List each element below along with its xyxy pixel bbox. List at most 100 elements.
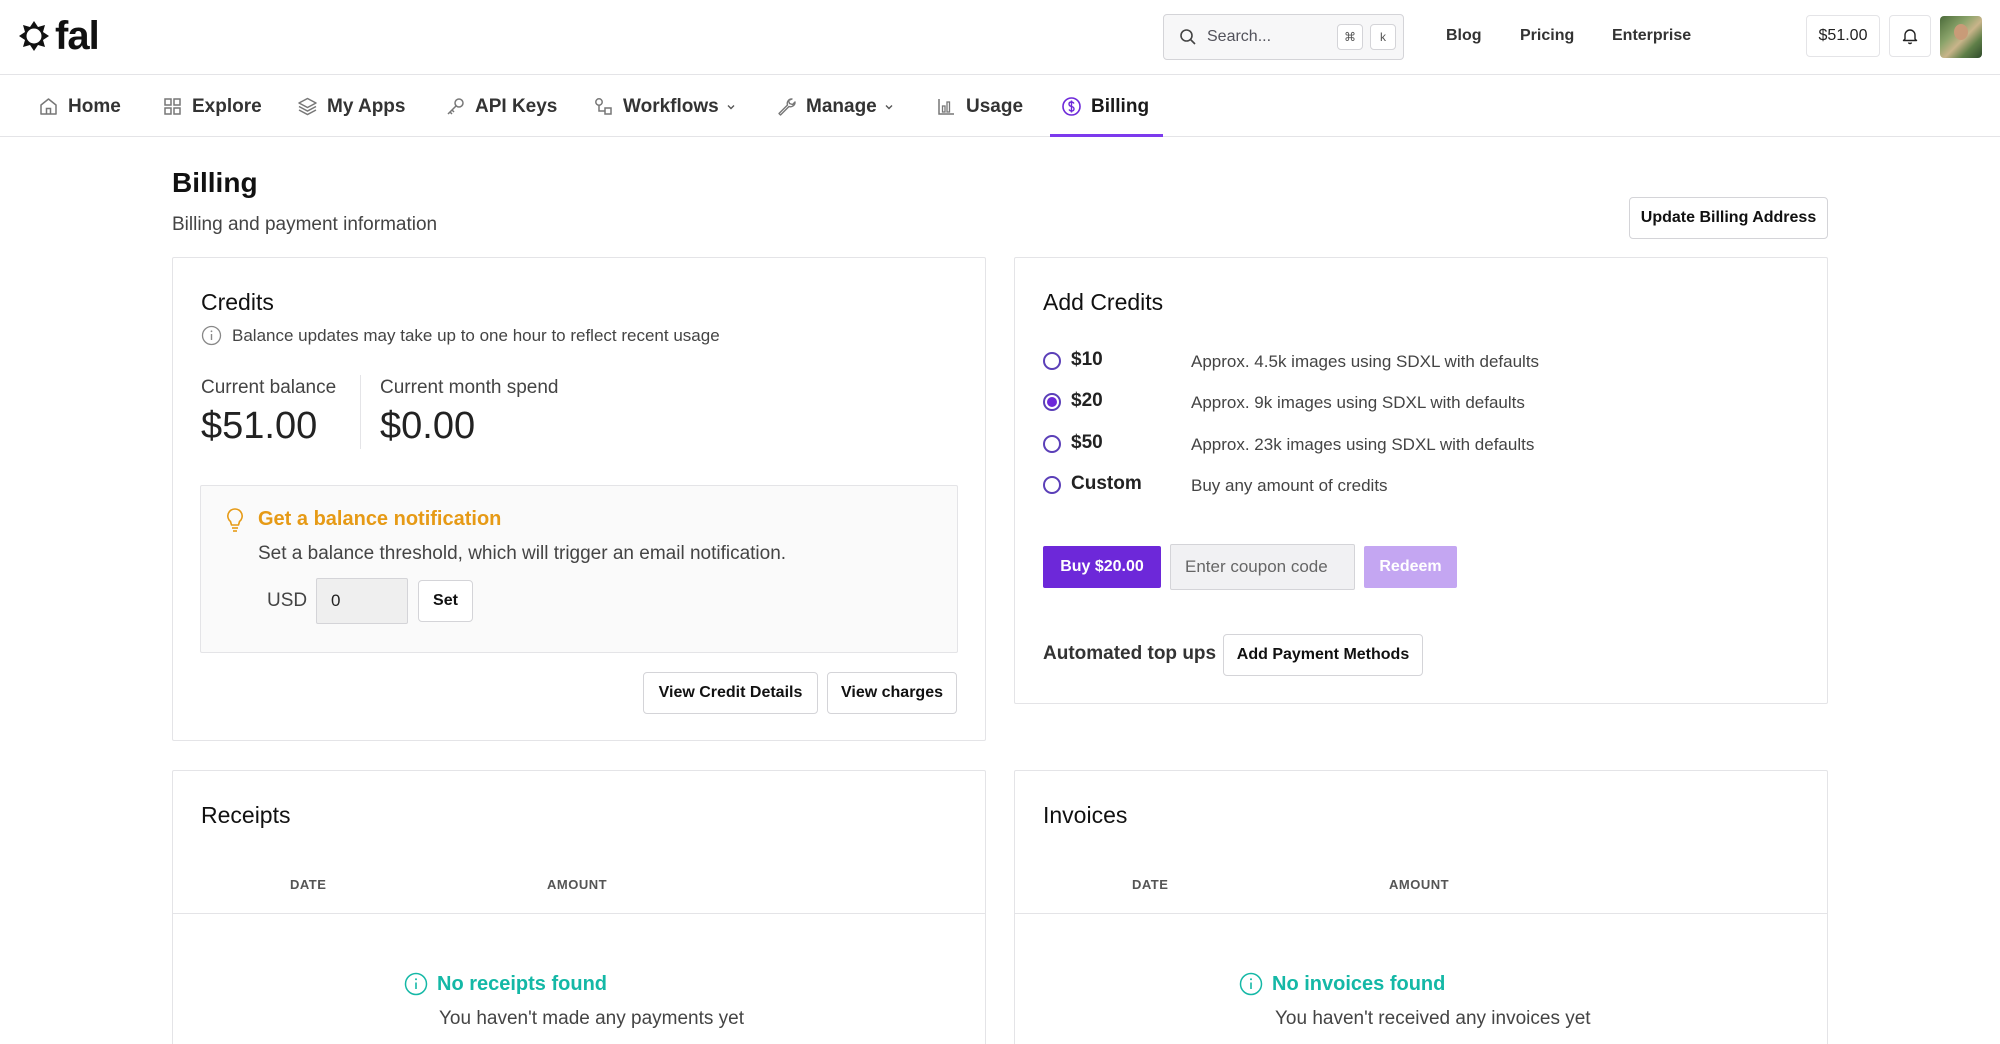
nav-label: Manage bbox=[806, 95, 877, 117]
fal-logo-icon bbox=[19, 21, 49, 51]
buy-credits-button[interactable]: Buy $20.00 bbox=[1043, 546, 1161, 588]
receipts-empty-state: No receipts found bbox=[404, 972, 607, 996]
search-bar[interactable]: Search... ⌘ k bbox=[1163, 14, 1404, 60]
credit-option-custom[interactable]: Custom Buy any amount of credits bbox=[1043, 473, 1388, 495]
nav-home[interactable]: Home bbox=[38, 76, 121, 137]
coupon-input[interactable]: Enter coupon code bbox=[1170, 544, 1355, 590]
spend-value: $0.00 bbox=[380, 405, 476, 447]
nav-manage[interactable]: Manage bbox=[776, 76, 895, 137]
redeem-button[interactable]: Redeem bbox=[1364, 546, 1457, 588]
balance-notification-panel: Get a balance notification Set a balance… bbox=[200, 485, 958, 653]
receipts-empty-subtitle: You haven't made any payments yet bbox=[439, 1008, 745, 1029]
spend-label: Current month spend bbox=[380, 377, 559, 398]
main-nav: Home Explore My Apps API Keys Workflows … bbox=[0, 76, 2000, 137]
credit-option-50[interactable]: $50 Approx. 23k images using SDXL with d… bbox=[1043, 432, 1534, 454]
credit-option-10[interactable]: $10 Approx. 4.5k images using SDXL with … bbox=[1043, 349, 1539, 371]
receipts-card bbox=[172, 770, 986, 1044]
nav-label: Usage bbox=[966, 95, 1024, 117]
credits-title: Credits bbox=[201, 289, 274, 315]
radio-button[interactable] bbox=[1043, 435, 1061, 453]
receipts-title: Receipts bbox=[201, 802, 291, 828]
view-credit-details-button[interactable]: View Credit Details bbox=[643, 672, 818, 714]
threshold-input[interactable]: 0 bbox=[316, 578, 408, 624]
nav-billing[interactable]: Billing bbox=[1061, 76, 1149, 137]
invoices-empty-title: No invoices found bbox=[1272, 972, 1446, 995]
bell-icon bbox=[1902, 29, 1918, 45]
invoices-amount-header[interactable]: AMOUNT bbox=[1389, 877, 1449, 892]
notifications-button[interactable] bbox=[1889, 15, 1931, 57]
option-label: $20 bbox=[1071, 390, 1103, 411]
info-icon bbox=[1239, 972, 1263, 996]
nav-workflows[interactable]: Workflows bbox=[593, 76, 737, 137]
automated-topups-label: Automated top ups bbox=[1043, 643, 1217, 664]
option-description: Approx. 23k images using SDXL with defau… bbox=[1191, 435, 1535, 454]
notification-description: Set a balance threshold, which will trig… bbox=[258, 543, 787, 564]
search-input[interactable]: Search... bbox=[1207, 28, 1337, 46]
info-icon bbox=[404, 972, 428, 996]
stat-divider bbox=[360, 375, 361, 449]
nav-api-keys[interactable]: API Keys bbox=[445, 76, 557, 137]
brand-name: fal bbox=[55, 14, 100, 58]
receipts-empty-title: No receipts found bbox=[437, 972, 608, 995]
lightbulb-icon bbox=[227, 508, 243, 532]
page-title: Billing bbox=[172, 167, 258, 198]
receipts-amount-header[interactable]: AMOUNT bbox=[547, 877, 607, 892]
shortcut-k-key: k bbox=[1370, 24, 1396, 50]
dollar-circle-icon bbox=[1062, 97, 1081, 116]
option-description: Approx. 9k images using SDXL with defaul… bbox=[1191, 393, 1525, 412]
table-divider bbox=[1015, 913, 1827, 914]
balance-value: $51.00 bbox=[201, 405, 318, 447]
notification-title: Get a balance notification bbox=[258, 508, 502, 530]
grid-icon bbox=[164, 98, 181, 115]
radio-button[interactable] bbox=[1043, 476, 1061, 494]
pricing-link[interactable]: Pricing bbox=[1520, 27, 1574, 45]
option-label: $10 bbox=[1071, 349, 1103, 370]
info-icon bbox=[201, 325, 222, 346]
nav-label: API Keys bbox=[475, 95, 558, 117]
nav-label: Home bbox=[68, 95, 121, 117]
workflow-icon bbox=[595, 98, 612, 115]
blog-link[interactable]: Blog bbox=[1446, 27, 1482, 45]
home-icon bbox=[40, 98, 57, 115]
add-payment-methods-button[interactable]: Add Payment Methods bbox=[1223, 634, 1423, 676]
layers-icon bbox=[298, 97, 317, 116]
nav-explore[interactable]: Explore bbox=[162, 76, 262, 137]
top-bar: fal Search... ⌘ k Blog Pricing Enterpris… bbox=[0, 0, 2000, 75]
bar-chart-icon bbox=[938, 99, 954, 115]
balance-label: Current balance bbox=[201, 377, 337, 398]
nav-label: My Apps bbox=[327, 95, 406, 117]
enterprise-link[interactable]: Enterprise bbox=[1612, 27, 1691, 45]
chevron-down-icon bbox=[727, 104, 735, 109]
nav-label: Billing bbox=[1091, 95, 1150, 117]
radio-button-selected[interactable] bbox=[1043, 393, 1061, 411]
wrench-icon bbox=[778, 98, 796, 116]
nav-my-apps[interactable]: My Apps bbox=[297, 76, 405, 137]
set-threshold-button[interactable]: Set bbox=[418, 580, 473, 622]
option-label: $50 bbox=[1071, 432, 1103, 453]
receipts-date-header[interactable]: DATE bbox=[290, 877, 326, 892]
chevron-down-icon bbox=[885, 104, 893, 109]
invoices-empty-subtitle: You haven't received any invoices yet bbox=[1275, 1008, 1591, 1029]
invoices-empty-state: No invoices found bbox=[1239, 972, 1445, 996]
nav-label: Workflows bbox=[623, 95, 719, 117]
active-tab-indicator bbox=[1050, 134, 1163, 137]
option-description: Buy any amount of credits bbox=[1191, 476, 1388, 495]
shortcut-mod-key: ⌘ bbox=[1337, 24, 1363, 50]
add-credits-title: Add Credits bbox=[1043, 289, 1164, 315]
key-icon bbox=[447, 98, 464, 115]
option-label: Custom bbox=[1071, 473, 1142, 494]
invoices-title: Invoices bbox=[1043, 802, 1128, 828]
header-balance[interactable]: $51.00 bbox=[1806, 15, 1880, 57]
nav-label: Explore bbox=[192, 95, 262, 117]
option-description: Approx. 4.5k images using SDXL with defa… bbox=[1191, 352, 1540, 371]
nav-usage[interactable]: Usage bbox=[936, 76, 1023, 137]
update-billing-address-button[interactable]: Update Billing Address bbox=[1629, 197, 1828, 239]
user-avatar[interactable] bbox=[1940, 16, 1982, 58]
search-icon bbox=[1180, 29, 1196, 45]
view-charges-button[interactable]: View charges bbox=[827, 672, 957, 714]
brand-logo[interactable]: fal bbox=[17, 14, 100, 58]
invoices-date-header[interactable]: DATE bbox=[1132, 877, 1168, 892]
radio-button[interactable] bbox=[1043, 352, 1061, 370]
credit-option-20[interactable]: $20 Approx. 9k images using SDXL with de… bbox=[1043, 390, 1525, 412]
credits-info: Balance updates may take up to one hour … bbox=[201, 325, 720, 346]
